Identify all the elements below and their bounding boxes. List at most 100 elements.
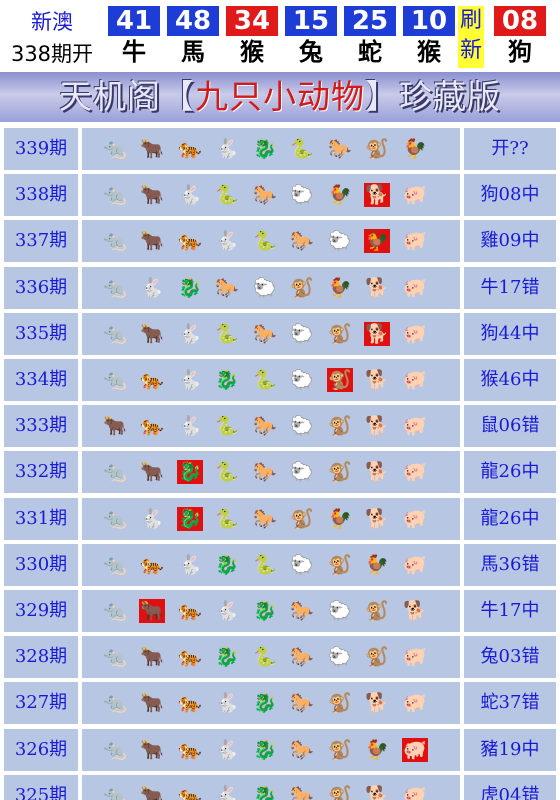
horse-icon: 🐎 xyxy=(290,785,314,800)
goat-icon: 🐑 xyxy=(290,461,314,483)
issue-number: 326期 xyxy=(4,729,78,771)
horse-icon: 🐎 xyxy=(290,646,314,668)
issue-number: 338期 xyxy=(4,174,78,216)
rat-icon: 🐀 xyxy=(103,138,127,160)
monkey-icon: 🐒 xyxy=(365,600,389,622)
snake-icon: 🐍 xyxy=(253,554,277,576)
issue-number: 328期 xyxy=(4,636,78,678)
dragon-icon: 🐉 xyxy=(253,692,277,714)
dragon-icon: 🐉 xyxy=(215,646,239,668)
animal-picks: 🐀 🐂 🐇 🐍 🐎 🐑 🐓 🐕 🐖 xyxy=(82,174,460,216)
horse-icon: 🐎 xyxy=(253,184,277,206)
dog-icon: 🐕 xyxy=(364,183,390,207)
table-row: 339期 🐀 🐂 🐅 🐇 🐉 🐍 🐎 🐒 🐓 开?? xyxy=(4,128,556,170)
snake-icon: 🐍 xyxy=(215,184,239,206)
rabbit-icon: 🐇 xyxy=(215,600,239,622)
pig-icon: 🐖 xyxy=(403,369,427,391)
snake-icon: 🐍 xyxy=(215,323,239,345)
banner-title-highlight: 九只小动物 xyxy=(195,77,365,116)
monkey-icon: 🐒 xyxy=(328,785,352,800)
horse-icon: 🐎 xyxy=(290,230,314,252)
issue-number: 331期 xyxy=(4,498,78,540)
monkey-icon: 🐒 xyxy=(290,508,314,530)
dragon-icon: 🐉 xyxy=(215,554,239,576)
animal-picks: 🐀 🐂 🐅 🐇 🐉 🐎 🐑 🐒 🐕 xyxy=(82,590,460,632)
rabbit-icon: 🐇 xyxy=(215,739,239,761)
result-text: 馬36错 xyxy=(464,544,556,586)
horse-icon: 🐎 xyxy=(253,415,277,437)
result-text: 兔03错 xyxy=(464,636,556,678)
ox-icon: 🐂 xyxy=(103,415,127,437)
refresh-button[interactable]: 刷新 xyxy=(458,6,484,68)
rooster-icon: 🐓 xyxy=(328,184,352,206)
tiger-icon: 🐅 xyxy=(178,230,202,252)
result-text: 豬19中 xyxy=(464,729,556,771)
horse-icon: 🐎 xyxy=(328,138,352,160)
result-text: 开?? xyxy=(464,128,556,170)
snake-icon: 🐍 xyxy=(215,461,239,483)
animal-picks: 🐀 🐂 🐅 🐉 🐍 🐎 🐑 🐒 🐖 xyxy=(82,636,460,678)
table-row: 334期 🐀 🐅 🐇 🐉 🐍 🐑 🐒 🐕 🐖 猴46中 xyxy=(4,359,556,401)
ox-icon: 🐂 xyxy=(140,461,164,483)
monkey-icon: 🐒 xyxy=(328,461,352,483)
draw-period: 338期开 xyxy=(10,42,94,66)
rat-icon: 🐀 xyxy=(103,739,127,761)
ball-number: 15 xyxy=(285,6,337,36)
monkey-icon: 🐒 xyxy=(327,368,353,392)
rabbit-icon: 🐇 xyxy=(178,554,202,576)
rabbit-icon: 🐇 xyxy=(178,184,202,206)
rabbit-icon: 🐇 xyxy=(215,692,239,714)
ox-icon: 🐂 xyxy=(140,739,164,761)
monkey-icon: 🐒 xyxy=(328,692,352,714)
draw-label: 新澳 338期开 xyxy=(0,0,104,70)
rooster-icon: 🐓 xyxy=(403,138,427,160)
pig-icon: 🐖 xyxy=(403,323,427,345)
issue-number: 327期 xyxy=(4,682,78,724)
result-text: 狗44中 xyxy=(464,313,556,355)
rat-icon: 🐀 xyxy=(103,369,127,391)
result-text: 龍26中 xyxy=(464,498,556,540)
dog-icon: 🐕 xyxy=(365,277,389,299)
snake-icon: 🐍 xyxy=(215,508,239,530)
ox-icon: 🐂 xyxy=(140,138,164,160)
issue-number: 337期 xyxy=(4,220,78,262)
monkey-icon: 🐒 xyxy=(328,739,352,761)
special-ball-number: 08 xyxy=(494,6,546,36)
goat-icon: 🐑 xyxy=(253,277,277,299)
pig-icon: 🐖 xyxy=(403,277,427,299)
rat-icon: 🐀 xyxy=(103,785,127,800)
snake-icon: 🐍 xyxy=(253,369,277,391)
dog-icon: 🐕 xyxy=(365,785,389,800)
dragon-icon: 🐉 xyxy=(253,138,277,160)
goat-icon: 🐑 xyxy=(328,230,352,252)
special-ball-zodiac: 狗 xyxy=(508,38,532,66)
rooster-icon: 🐓 xyxy=(328,277,352,299)
issue-number: 329期 xyxy=(4,590,78,632)
dragon-icon: 🐉 xyxy=(178,277,202,299)
ball-zodiac: 馬 xyxy=(181,38,205,66)
snake-icon: 🐍 xyxy=(215,415,239,437)
horse-icon: 🐎 xyxy=(290,739,314,761)
rabbit-icon: 🐇 xyxy=(178,415,202,437)
monkey-icon: 🐒 xyxy=(365,138,389,160)
rat-icon: 🐀 xyxy=(103,461,127,483)
result-text: 龍26中 xyxy=(464,451,556,493)
tiger-icon: 🐅 xyxy=(178,692,202,714)
banner-title-right: 】珍藏版 xyxy=(365,77,501,116)
ox-icon: 🐂 xyxy=(140,646,164,668)
ball-zodiac: 兔 xyxy=(299,38,323,66)
dog-icon: 🐕 xyxy=(365,508,389,530)
rabbit-icon: 🐇 xyxy=(178,369,202,391)
pig-icon: 🐖 xyxy=(403,415,427,437)
animal-picks: 🐀 🐂 🐅 🐇 🐉 🐎 🐒 🐕 🐖 xyxy=(82,775,460,800)
monkey-icon: 🐒 xyxy=(328,323,352,345)
ball-zodiac: 蛇 xyxy=(358,38,382,66)
table-row: 325期 🐀 🐂 🐅 🐇 🐉 🐎 🐒 🐕 🐖 虎04错 xyxy=(4,775,556,800)
pig-icon: 🐖 xyxy=(402,738,428,762)
result-text: 狗08中 xyxy=(464,174,556,216)
tiger-icon: 🐅 xyxy=(178,600,202,622)
tiger-icon: 🐅 xyxy=(178,138,202,160)
issue-number: 332期 xyxy=(4,451,78,493)
ball-number: 34 xyxy=(226,6,278,36)
snake-icon: 🐍 xyxy=(290,138,314,160)
